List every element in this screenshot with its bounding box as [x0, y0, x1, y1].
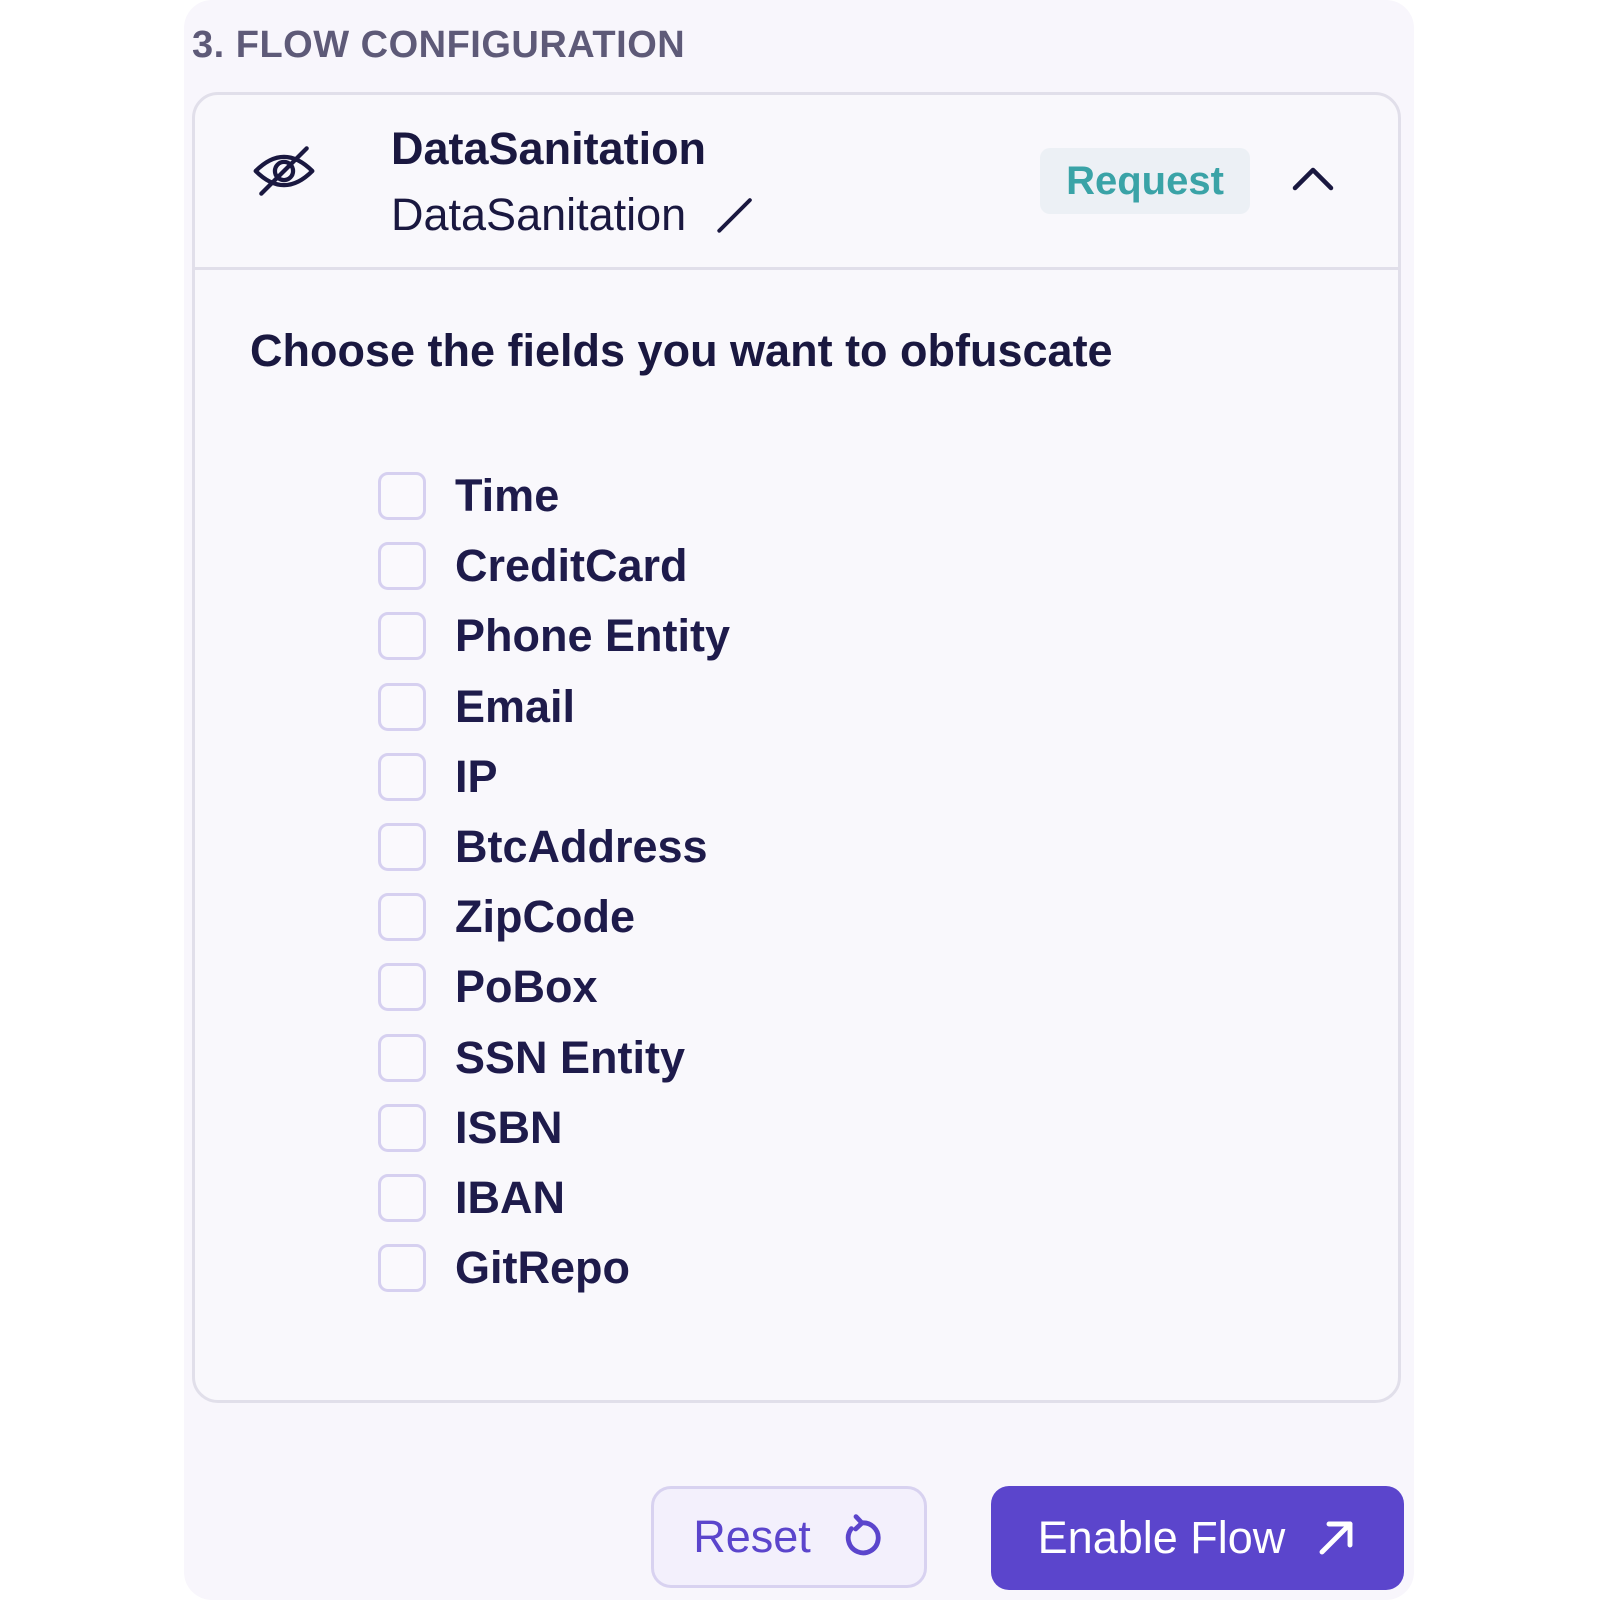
reset-button[interactable]: Reset	[651, 1486, 927, 1588]
obfuscation-field-list: Time CreditCard Phone Entity Email IP Bt…	[378, 461, 730, 1303]
field-option-btcaddress[interactable]: BtcAddress	[378, 812, 730, 882]
chevron-up-icon[interactable]	[1290, 161, 1336, 195]
checkbox-btcaddress[interactable]	[378, 823, 426, 872]
field-option-email[interactable]: Email	[378, 672, 730, 742]
field-option-creditcard[interactable]: CreditCard	[378, 531, 730, 601]
plugin-title: DataSanitation	[391, 123, 707, 174]
flow-configuration-panel: 3. FLOW CONFIGURATION DataSanitation Dat…	[184, 0, 1414, 1600]
field-option-zipcode[interactable]: ZipCode	[378, 882, 730, 952]
checkbox-time[interactable]	[378, 472, 426, 521]
reset-button-label: Reset	[693, 1511, 811, 1562]
field-option-ssn-entity[interactable]: SSN Entity	[378, 1023, 730, 1093]
arrow-up-right-icon	[1319, 1521, 1353, 1555]
reset-icon	[845, 1514, 881, 1556]
field-label: Phone Entity	[455, 610, 731, 662]
plugin-card: DataSanitation DataSanitation Request Ch…	[192, 92, 1401, 1403]
field-option-iban[interactable]: IBAN	[378, 1163, 730, 1233]
eye-off-icon	[253, 146, 315, 196]
section-title: 3. FLOW CONFIGURATION	[192, 24, 686, 66]
plugin-subtitle-row: DataSanitation	[391, 187, 756, 243]
plugin-card-header[interactable]: DataSanitation DataSanitation Request	[195, 95, 1398, 270]
field-label: Time	[455, 470, 560, 522]
field-label: SSN Entity	[455, 1031, 686, 1083]
field-option-time[interactable]: Time	[378, 461, 730, 531]
checkbox-ssn-entity[interactable]	[378, 1033, 426, 1082]
field-label: IBAN	[455, 1171, 565, 1223]
checkbox-zipcode[interactable]	[378, 893, 426, 942]
checkbox-creditcard[interactable]	[378, 542, 426, 591]
field-label: CreditCard	[455, 540, 688, 592]
pencil-icon[interactable]	[714, 194, 756, 236]
plugin-subtitle: DataSanitation	[391, 189, 687, 240]
field-option-pobox[interactable]: PoBox	[378, 952, 730, 1022]
request-badge: Request	[1040, 148, 1250, 214]
checkbox-isbn[interactable]	[378, 1103, 426, 1152]
field-label: Email	[455, 680, 576, 732]
enable-flow-button-label: Enable Flow	[1037, 1512, 1286, 1563]
field-label: ISBN	[455, 1101, 563, 1153]
field-option-gitrepo[interactable]: GitRepo	[378, 1233, 730, 1303]
field-label: IP	[455, 750, 498, 802]
enable-flow-button[interactable]: Enable Flow	[991, 1486, 1404, 1590]
checkbox-iban[interactable]	[378, 1173, 426, 1222]
checkbox-pobox[interactable]	[378, 963, 426, 1012]
field-label: BtcAddress	[455, 821, 708, 873]
field-option-phone-entity[interactable]: Phone Entity	[378, 601, 730, 671]
field-label: ZipCode	[455, 891, 635, 943]
checkbox-email[interactable]	[378, 682, 426, 731]
checkbox-phone-entity[interactable]	[378, 612, 426, 661]
checkbox-ip[interactable]	[378, 752, 426, 801]
field-option-ip[interactable]: IP	[378, 742, 730, 812]
checkbox-gitrepo[interactable]	[378, 1244, 426, 1293]
field-label: PoBox	[455, 961, 598, 1013]
field-label: GitRepo	[455, 1242, 630, 1294]
field-option-isbn[interactable]: ISBN	[378, 1093, 730, 1163]
obfuscate-prompt: Choose the fields you want to obfuscate	[250, 325, 1113, 376]
